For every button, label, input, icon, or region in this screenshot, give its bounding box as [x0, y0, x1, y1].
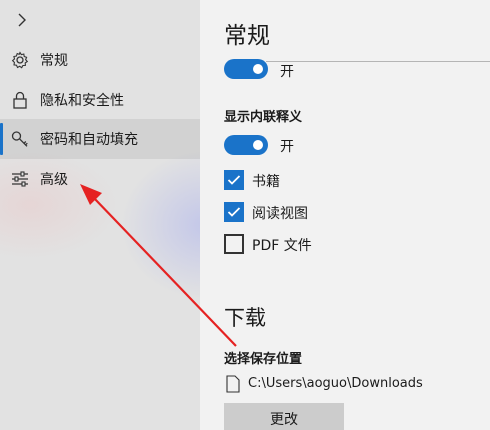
sidebar: 常规 隐私和安全性 密码和自动填充 高级	[0, 0, 200, 430]
toggle-knob	[253, 64, 263, 74]
sliders-icon	[10, 169, 30, 189]
pdf-checkbox-label: PDF 文件	[252, 238, 312, 254]
inline-define-toggle[interactable]	[224, 135, 268, 155]
sidebar-item-advanced[interactable]: 高级	[0, 159, 200, 199]
toggle-knob	[253, 140, 263, 150]
page-title: 常规	[224, 23, 270, 49]
inline-define-toggle-state: 开	[280, 139, 294, 155]
sidebar-item-label: 隐私和安全性	[40, 93, 124, 109]
top-toggle-switch[interactable]	[224, 59, 268, 79]
selection-indicator	[0, 123, 3, 155]
sidebar-item-label: 常规	[40, 53, 68, 69]
pdf-checkbox[interactable]	[224, 234, 244, 254]
gear-icon	[10, 50, 30, 70]
sidebar-item-passwords[interactable]: 密码和自动填充	[0, 119, 200, 159]
key-icon	[10, 129, 30, 149]
change-location-button[interactable]: 更改	[224, 403, 344, 430]
lock-icon	[10, 90, 30, 110]
settings-content: 常规 开 显示内联释义 开 书籍 阅读视图 PDF 文件 下载 选择保存位置 C…	[200, 0, 490, 430]
save-location-label: 选择保存位置	[224, 352, 303, 367]
reading-view-checkbox-label: 阅读视图	[252, 206, 308, 222]
sidebar-item-privacy[interactable]: 隐私和安全性	[0, 80, 200, 120]
checkmark-icon	[227, 175, 241, 185]
top-toggle-state: 开	[280, 64, 294, 80]
sidebar-item-general[interactable]: 常规	[0, 40, 200, 80]
books-checkbox-label: 书籍	[252, 174, 280, 190]
checkmark-icon	[227, 207, 241, 217]
download-path: C:\Users\aoguo\Downloads	[248, 376, 423, 391]
books-checkbox[interactable]	[224, 170, 244, 190]
divider	[266, 61, 490, 62]
sidebar-item-label: 密码和自动填充	[40, 132, 138, 148]
downloads-title: 下载	[224, 306, 266, 330]
expand-sidebar-button[interactable]	[12, 10, 32, 30]
chevron-right-icon	[18, 13, 26, 27]
sidebar-item-label: 高级	[40, 172, 68, 188]
inline-define-heading: 显示内联释义	[224, 110, 303, 125]
file-icon	[226, 375, 240, 393]
reading-view-checkbox[interactable]	[224, 202, 244, 222]
